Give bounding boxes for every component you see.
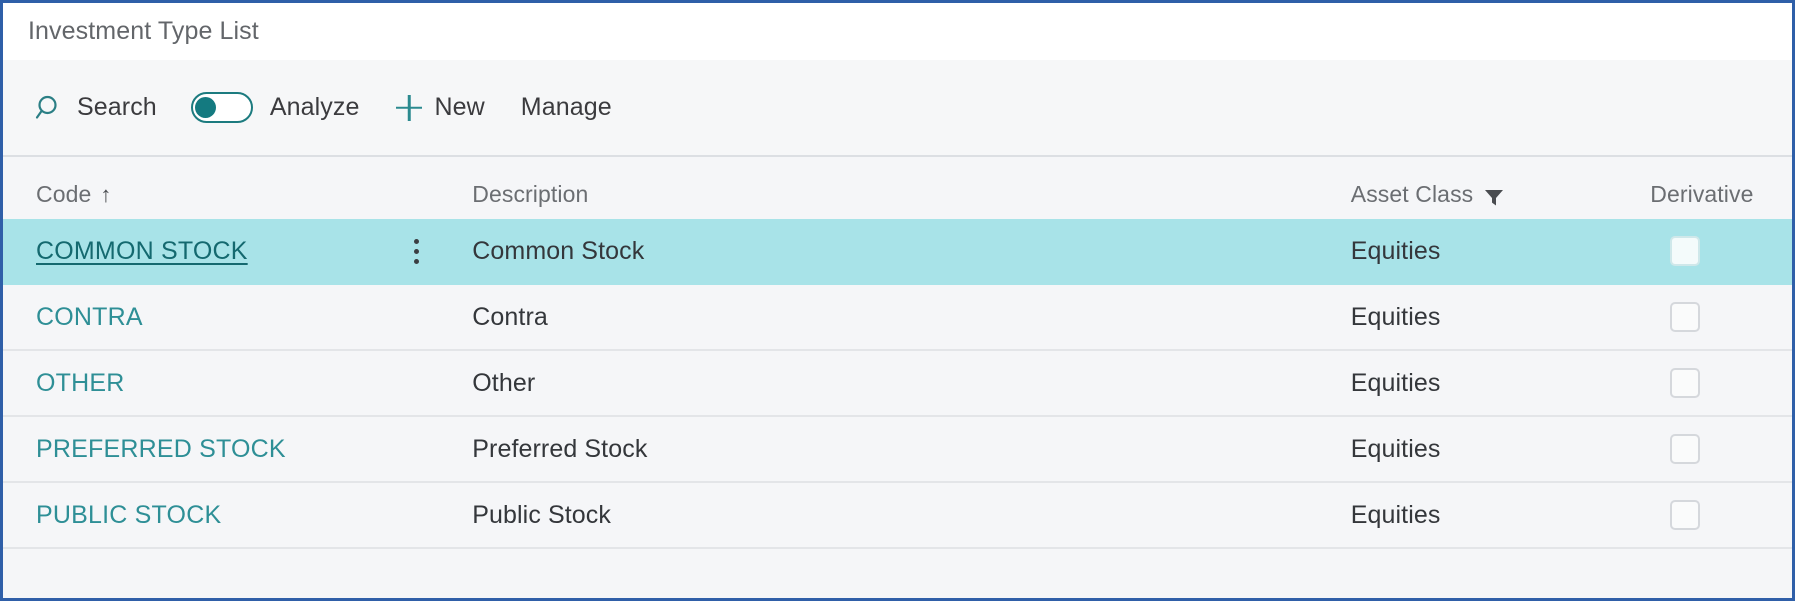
action-toolbar: Search Analyze New Manage (3, 60, 1792, 157)
code-link[interactable]: COMMON STOCK (36, 237, 248, 265)
code-link[interactable]: PUBLIC STOCK (36, 501, 221, 529)
grid-header-row: Code ↑ Description Asset Class Derivativ… (3, 157, 1792, 219)
table-row[interactable]: COMMON STOCK Common Stock Equities (3, 219, 1792, 285)
table-row[interactable]: PUBLIC STOCK Public Stock Equities (3, 483, 1792, 549)
column-header-code[interactable]: Code ↑ (3, 181, 402, 208)
cell-derivative (1642, 236, 1792, 266)
cell-asset-class: Equities (1338, 369, 1642, 398)
cell-code: CONTRA (3, 303, 402, 332)
search-icon (35, 93, 65, 123)
analyze-toggle-switch[interactable] (190, 92, 253, 123)
cell-description: Common Stock (464, 237, 1337, 266)
vertical-ellipsis-icon[interactable] (414, 238, 420, 264)
description-text: Preferred Stock (472, 434, 648, 463)
toggle-knob (195, 96, 217, 118)
derivative-checkbox[interactable] (1670, 500, 1701, 530)
column-header-asset-class-label: Asset Class (1350, 181, 1474, 207)
column-header-derivative[interactable]: Derivative (1642, 181, 1792, 208)
new-button[interactable]: New (393, 85, 484, 131)
window-title-bar: Investment Type List (3, 3, 1792, 60)
description-text: Common Stock (472, 236, 645, 265)
filter-icon[interactable] (1484, 186, 1504, 205)
table-row[interactable]: PREFERRED STOCK Preferred Stock Equities (3, 417, 1792, 483)
cell-description: Preferred Stock (464, 435, 1337, 464)
page-title: Investment Type List (28, 17, 259, 45)
derivative-checkbox[interactable] (1670, 302, 1701, 332)
asset-class-text: Equities (1350, 236, 1441, 265)
cell-asset-class: Equities (1338, 435, 1642, 464)
derivative-checkbox[interactable] (1670, 434, 1701, 464)
code-link[interactable]: PREFERRED STOCK (36, 435, 286, 463)
code-link[interactable]: CONTRA (36, 303, 143, 331)
cell-asset-class: Equities (1338, 303, 1642, 332)
asset-class-text: Equities (1350, 368, 1441, 397)
cell-derivative (1642, 302, 1792, 332)
cell-derivative (1642, 434, 1792, 464)
column-header-code-label: Code (36, 181, 92, 207)
cell-description: Public Stock (464, 501, 1337, 530)
cell-code: PREFERRED STOCK (3, 435, 402, 464)
asset-class-text: Equities (1350, 302, 1441, 331)
cell-code: PUBLIC STOCK (3, 501, 402, 530)
investment-type-list-window: Investment Type List Search Analyze New … (0, 0, 1795, 601)
cell-derivative (1642, 368, 1792, 398)
derivative-checkbox[interactable] (1670, 236, 1701, 266)
column-header-derivative-label: Derivative (1650, 181, 1754, 207)
description-text: Other (472, 368, 536, 397)
description-text: Contra (472, 302, 548, 331)
cell-code: OTHER (3, 369, 402, 398)
grid-body: COMMON STOCK Common Stock Equities CONTRA Co… (3, 219, 1792, 549)
cell-row-menu (402, 238, 464, 264)
asset-class-text: Equities (1350, 434, 1441, 463)
search-label: Search (77, 93, 157, 121)
code-link[interactable]: OTHER (36, 369, 125, 397)
derivative-checkbox[interactable] (1670, 368, 1701, 398)
column-header-description[interactable]: Description (464, 181, 1338, 208)
cell-asset-class: Equities (1338, 501, 1642, 530)
analyze-label: Analyze (269, 93, 360, 121)
table-row[interactable]: OTHER Other Equities (3, 351, 1792, 417)
column-header-description-label: Description (472, 181, 589, 207)
asset-class-text: Equities (1350, 500, 1441, 529)
cell-asset-class: Equities (1338, 237, 1642, 266)
manage-menu-button[interactable]: Manage (521, 85, 612, 131)
cell-description: Other (464, 369, 1337, 398)
column-header-asset-class[interactable]: Asset Class (1338, 181, 1643, 208)
cell-code: COMMON STOCK (3, 237, 402, 266)
cell-derivative (1642, 500, 1792, 530)
search-button[interactable]: Search (35, 85, 157, 131)
plus-icon (393, 92, 425, 124)
investment-type-grid: Code ↑ Description Asset Class Derivativ… (3, 157, 1792, 549)
cell-description: Contra (464, 303, 1337, 332)
manage-label: Manage (520, 93, 612, 121)
analyze-toggle-group[interactable]: Analyze (190, 85, 360, 131)
sort-ascending-icon: ↑ (100, 181, 112, 207)
new-label: New (434, 93, 485, 121)
table-row[interactable]: CONTRA Contra Equities (3, 285, 1792, 351)
description-text: Public Stock (472, 500, 612, 529)
